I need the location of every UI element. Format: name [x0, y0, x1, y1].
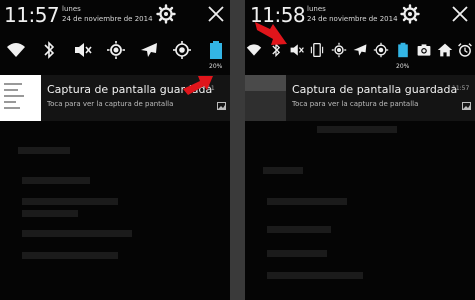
right-notification-shade: 11:58 lunes 24 de noviembre de 2014 20% …	[245, 0, 475, 300]
background-item	[22, 177, 90, 184]
vibrate-icon[interactable]	[309, 40, 325, 60]
notification-title: Captura de pantalla guardada	[292, 83, 458, 96]
bluetooth-icon[interactable]	[39, 40, 59, 60]
image-icon	[462, 102, 471, 110]
notification-time: 11:57	[452, 85, 470, 92]
red-arrow-icon	[255, 22, 287, 45]
background-item	[267, 272, 363, 279]
brightness-icon[interactable]	[106, 40, 126, 60]
screenshot-thumbnail	[245, 75, 286, 121]
brightness-icon[interactable]	[331, 40, 347, 60]
close-icon[interactable]	[450, 4, 470, 24]
airplane-icon[interactable]	[352, 40, 368, 60]
screenshot-thumbnail	[0, 75, 41, 121]
red-arrow-icon	[183, 76, 213, 95]
screenshot-notification[interactable]: Captura de pantalla guardada Toca para v…	[245, 75, 475, 121]
camera-icon[interactable]	[416, 40, 432, 60]
background-item	[18, 147, 70, 154]
date-label: 24 de noviembre de 2014	[307, 15, 398, 23]
notification-subtitle: Toca para ver la captura de pantalla	[292, 100, 419, 108]
background-item	[317, 126, 397, 133]
date-label: 24 de noviembre de 2014	[62, 15, 153, 23]
background-item	[267, 198, 347, 205]
battery-icon[interactable]	[395, 40, 411, 60]
airplane-icon[interactable]	[139, 40, 159, 60]
background-item	[267, 250, 327, 257]
notification-subtitle: Toca para ver la captura de pantalla	[47, 100, 174, 108]
close-icon[interactable]	[206, 4, 226, 24]
settings-icon[interactable]	[156, 4, 176, 24]
background-item	[22, 210, 78, 217]
background-item	[22, 230, 132, 237]
mute-icon[interactable]	[73, 40, 93, 60]
left-notification-shade: 11:57 lunes 24 de noviembre de 2014 20% …	[0, 0, 230, 300]
battery-label: 20%	[396, 63, 410, 70]
day-label: lunes	[62, 5, 81, 13]
background-item	[22, 198, 118, 205]
alarm-icon[interactable]	[457, 40, 473, 60]
location-icon[interactable]	[373, 40, 389, 60]
background-item	[263, 167, 303, 174]
battery-icon[interactable]	[206, 40, 226, 60]
background-item	[267, 226, 331, 233]
panel-divider	[230, 0, 245, 300]
settings-icon[interactable]	[400, 4, 420, 24]
clock-time: 11:57	[4, 3, 60, 27]
wifi-icon[interactable]	[6, 40, 26, 60]
background-item	[22, 252, 118, 259]
image-icon	[217, 102, 226, 110]
day-label: lunes	[307, 5, 326, 13]
home-icon[interactable]	[437, 40, 453, 60]
location-icon[interactable]	[172, 40, 192, 60]
